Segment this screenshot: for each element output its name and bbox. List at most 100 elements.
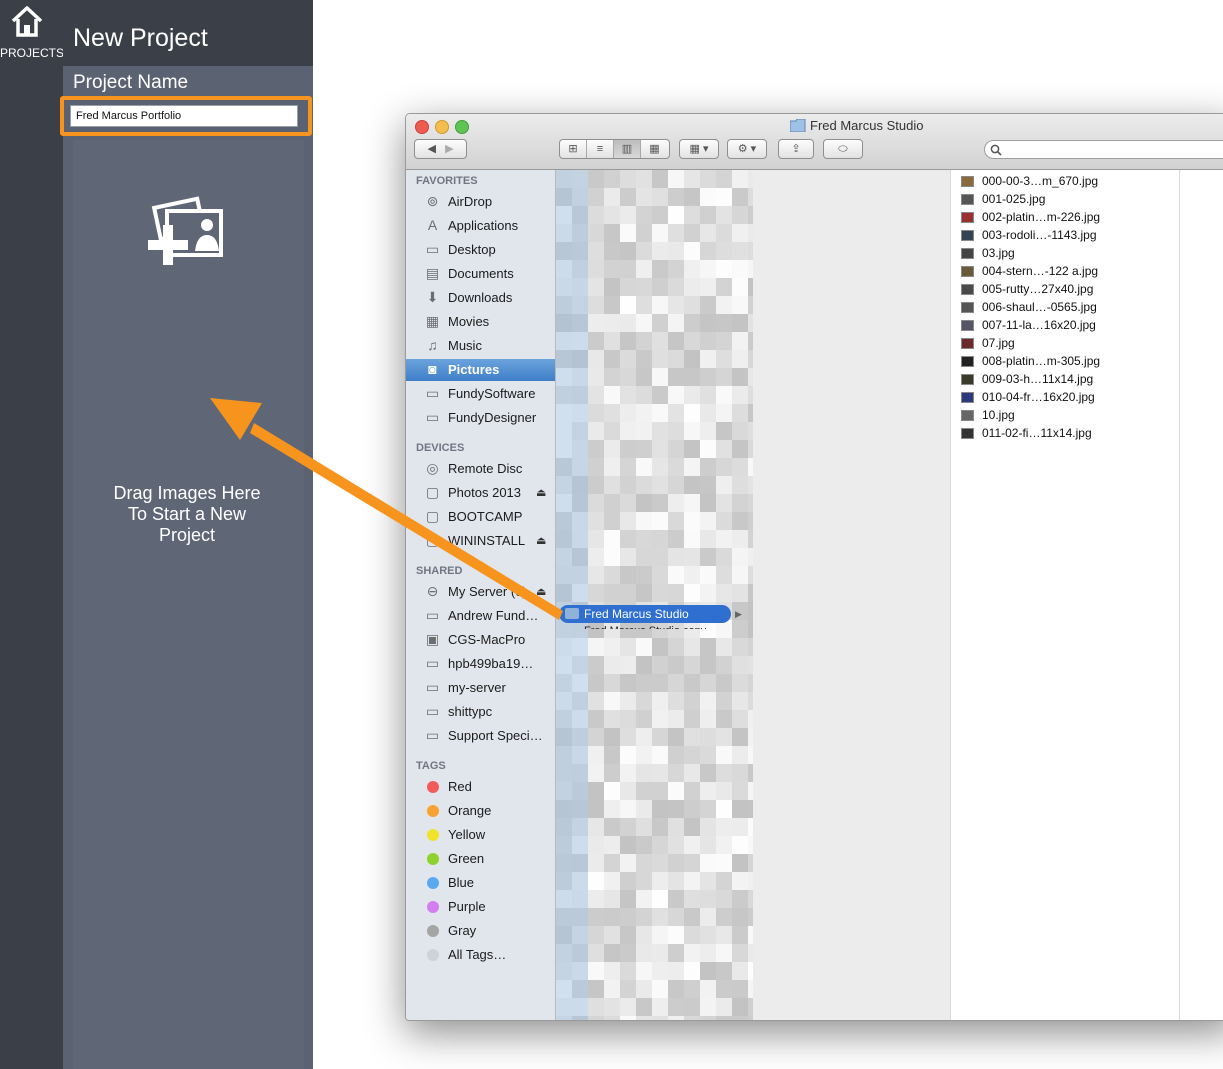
obscured-pixel	[588, 368, 604, 386]
obscured-pixel	[748, 386, 753, 404]
next-folder-row[interactable]: Fred Marcus Studio copy	[584, 622, 706, 629]
sidebar-item-label: Pictures	[448, 362, 500, 377]
sidebar-item-tag[interactable]: Orange	[406, 800, 555, 822]
sidebar-item-my-server-2[interactable]: ▭ my-server	[406, 677, 555, 699]
obscured-pixel	[716, 368, 732, 386]
file-name: 007-11-la…16x20.jpg	[982, 318, 1096, 332]
obscured-pixel	[684, 728, 700, 746]
obscured-pixel	[588, 584, 604, 602]
list-view-icon[interactable]: ≡	[587, 140, 614, 158]
sidebar-item-remote-disc[interactable]: ◎ Remote Disc	[406, 458, 555, 480]
sidebar-item-tag[interactable]: Blue	[406, 872, 555, 894]
sidebar-item-tag[interactable]: Purple	[406, 896, 555, 918]
obscured-pixel	[748, 746, 753, 764]
obscured-pixel	[700, 998, 716, 1016]
obscured-pixel	[748, 170, 753, 188]
folder-icon: ▭	[425, 385, 440, 401]
zoom-button[interactable]	[455, 120, 469, 134]
arrange-menu-button[interactable]: ▦ ▾	[679, 139, 719, 159]
minimize-button[interactable]	[435, 120, 449, 134]
eject-icon[interactable]: ⏏	[536, 530, 546, 552]
sidebar-item-fundysoftware[interactable]: ▭ FundySoftware	[406, 383, 555, 405]
sidebar-item-tag[interactable]: All Tags…	[406, 944, 555, 966]
window-title: Fred Marcus Studio	[810, 118, 924, 133]
obscured-pixel	[588, 710, 604, 728]
selected-folder-row[interactable]: Fred Marcus Studio	[559, 605, 731, 623]
image-drop-zone[interactable]	[73, 140, 304, 1069]
obscured-pixel	[572, 548, 588, 566]
coverflow-view-icon[interactable]: ▦	[641, 140, 668, 158]
obscured-pixel	[668, 764, 684, 782]
eject-icon[interactable]: ⏏	[536, 581, 546, 603]
sidebar-item-applications[interactable]: A Applications	[406, 215, 555, 237]
tags-button[interactable]: ⬭	[823, 139, 863, 159]
sidebar-item-bootcamp[interactable]: ▢ BOOTCAMP	[406, 506, 555, 528]
share-icon: ⇪	[791, 143, 801, 155]
sidebar-item-my-server[interactable]: ⊖ My Server (6) ⏏	[406, 581, 555, 603]
sidebar-item-airdrop[interactable]: ⊚ AirDrop	[406, 191, 555, 213]
file-name: 001-025.jpg	[982, 192, 1046, 206]
tag-color-dot	[427, 877, 439, 889]
sidebar-item-label: Purple	[448, 899, 486, 914]
search-field[interactable]	[984, 140, 1223, 159]
sidebar-item-label: WININSTALL	[448, 533, 526, 548]
icon-view-icon[interactable]: ⊞	[560, 140, 587, 158]
share-button[interactable]: ⇪	[778, 139, 814, 159]
obscured-pixel	[700, 638, 716, 656]
obscured-pixel	[636, 404, 652, 422]
sidebar-item-hpb499ba19[interactable]: ▭ hpb499ba19…	[406, 653, 555, 675]
obscured-pixel	[620, 530, 636, 548]
sidebar-item-music[interactable]: ♫ Music	[406, 335, 555, 357]
obscured-pixel	[652, 962, 668, 980]
obscured-pixel	[732, 242, 748, 260]
forward-icon[interactable]: ▶	[445, 143, 453, 155]
finder-titlebar[interactable]: Fred Marcus Studio ◀ ▶ ⊞ ≡ ▥ ▦ ▦ ▾ ⚙ ▾ ⇪ ⬭	[406, 114, 1223, 170]
close-button[interactable]	[415, 120, 429, 134]
obscured-pixel	[652, 476, 668, 494]
project-name-input[interactable]: Fred Marcus Portfolio	[70, 105, 298, 127]
obscured-pixel	[620, 548, 636, 566]
sidebar-item-fundydesigner[interactable]: ▭ FundyDesigner	[406, 407, 555, 429]
sidebar-item-pictures[interactable]: ◙ Pictures	[406, 359, 555, 381]
obscured-pixel	[636, 674, 652, 692]
sidebar-item-downloads[interactable]: ⬇ Downloads	[406, 287, 555, 309]
projects-nav-label[interactable]: PROJECTS	[0, 46, 64, 60]
column-view-icon[interactable]: ▥	[614, 140, 641, 158]
obscured-pixel	[716, 710, 732, 728]
obscured-pixel	[652, 206, 668, 224]
sidebar-item-desktop[interactable]: ▭ Desktop	[406, 239, 555, 261]
view-mode-buttons[interactable]: ⊞ ≡ ▥ ▦	[559, 139, 670, 159]
obscured-pixel	[668, 296, 684, 314]
back-icon[interactable]: ◀	[427, 143, 435, 155]
sidebar-item-andrew-fund[interactable]: ▭ Andrew Fund…	[406, 605, 555, 627]
obscured-pixel	[748, 422, 753, 440]
action-menu-button[interactable]: ⚙ ▾	[727, 139, 767, 159]
sidebar-item-cgs-macpro[interactable]: ▣ CGS-MacPro	[406, 629, 555, 651]
sidebar-item-tag[interactable]: Green	[406, 848, 555, 870]
back-forward-buttons[interactable]: ◀ ▶	[414, 139, 467, 159]
obscured-pixel	[684, 422, 700, 440]
sidebar-item-wininstall[interactable]: ▢ WININSTALL ⏏	[406, 530, 555, 552]
obscured-pixel	[636, 998, 652, 1016]
obscured-pixel	[604, 224, 620, 242]
obscured-pixel	[572, 800, 588, 818]
sidebar-item-movies[interactable]: ▦ Movies	[406, 311, 555, 333]
obscured-pixel	[588, 440, 604, 458]
sidebar-item-tag[interactable]: Yellow	[406, 824, 555, 846]
sidebar-item-tag[interactable]: Gray	[406, 920, 555, 942]
sidebar-item-photos-2013[interactable]: ▢ Photos 2013 ⏏	[406, 482, 555, 504]
sidebar-item-shittypc[interactable]: ▭ shittypc	[406, 701, 555, 723]
sidebar-item-tag[interactable]: Red	[406, 776, 555, 798]
obscured-pixel	[748, 620, 753, 638]
obscured-pixel	[604, 656, 620, 674]
file-name: 07.jpg	[982, 336, 1015, 350]
sidebar-item-support-speci[interactable]: ▭ Support Speci…	[406, 725, 555, 747]
sidebar-item-documents[interactable]: ▤ Documents	[406, 263, 555, 285]
eject-icon[interactable]: ⏏	[536, 482, 546, 504]
home-icon[interactable]	[9, 4, 45, 40]
obscured-pixel	[572, 854, 588, 872]
obscured-pixel	[668, 314, 684, 332]
obscured-pixel	[652, 278, 668, 296]
obscured-pixel	[748, 656, 753, 674]
obscured-pixel	[652, 494, 668, 512]
